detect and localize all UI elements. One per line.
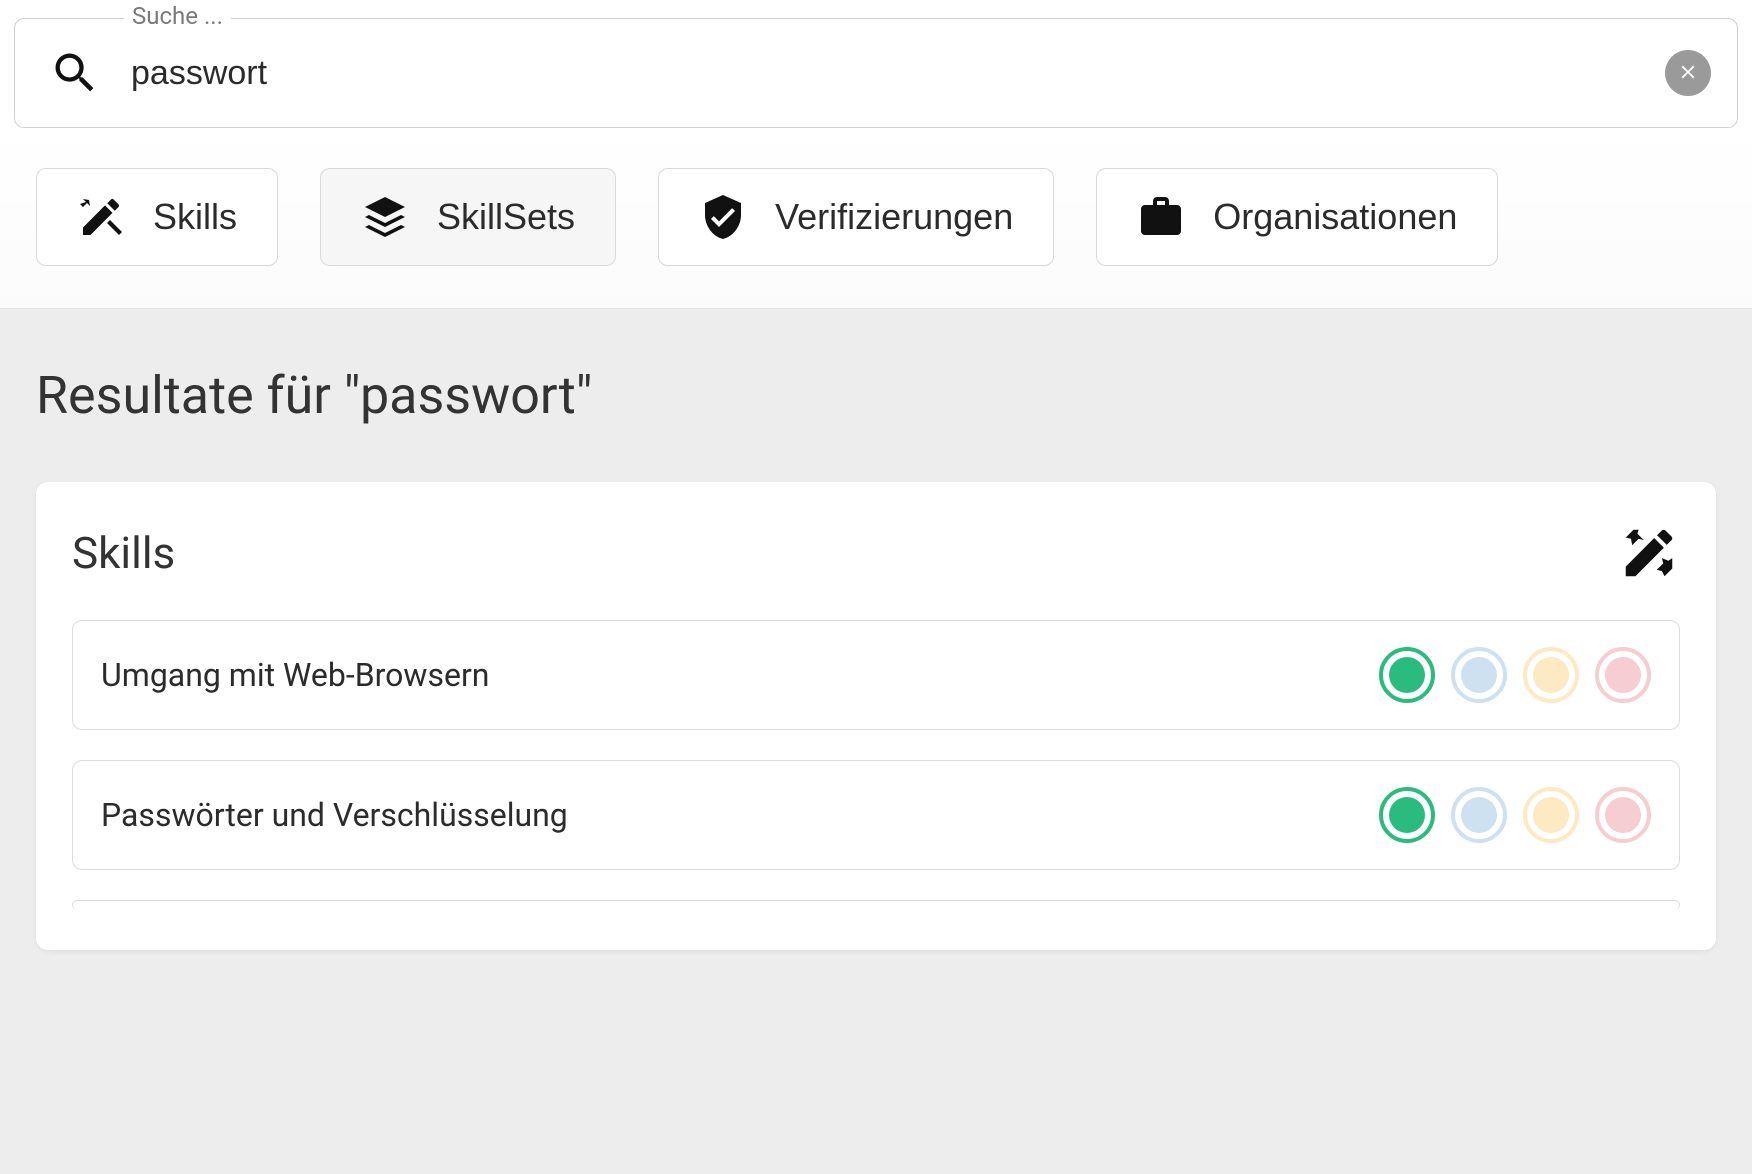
- results-heading: Resultate für "passwort": [36, 365, 1716, 426]
- tab-label: Verifizierungen: [775, 196, 1013, 238]
- search-icon: [49, 47, 101, 99]
- level-dot-green[interactable]: [1379, 647, 1435, 703]
- level-dot-yellow[interactable]: [1523, 787, 1579, 843]
- search-box: [14, 18, 1738, 128]
- tab-label: SkillSets: [437, 196, 575, 238]
- skills-card: Skills Umgang mit Web-Browsern Passwörte…: [36, 482, 1716, 950]
- card-header: Skills: [72, 522, 1680, 584]
- close-icon: [1677, 61, 1699, 86]
- skill-row[interactable]: Passwörter und Verschlüsselung: [72, 760, 1680, 870]
- skill-name: Passwörter und Verschlüsselung: [101, 796, 568, 834]
- search-container: Suche ...: [14, 18, 1738, 128]
- level-dot-blue[interactable]: [1451, 647, 1507, 703]
- tabs-row: Skills SkillSets Verifizierungen Organis…: [0, 128, 1752, 309]
- level-dot-blue[interactable]: [1451, 787, 1507, 843]
- search-legend: Suche ...: [124, 2, 231, 30]
- level-indicators: [1379, 787, 1651, 843]
- level-dot-yellow[interactable]: [1523, 647, 1579, 703]
- level-indicators: [1379, 647, 1651, 703]
- skill-row[interactable]: Umgang mit Web-Browsern: [72, 620, 1680, 730]
- search-input[interactable]: [131, 54, 1635, 93]
- briefcase-icon: [1137, 193, 1185, 241]
- tab-label: Skills: [153, 196, 237, 238]
- card-title: Skills: [72, 527, 175, 579]
- level-dot-green[interactable]: [1379, 787, 1435, 843]
- skill-name: Umgang mit Web-Browsern: [101, 656, 489, 694]
- clear-search-button[interactable]: [1665, 50, 1711, 96]
- layers-icon: [361, 193, 409, 241]
- tools-icon: [1618, 522, 1680, 584]
- tab-label: Organisationen: [1213, 196, 1457, 238]
- level-dot-red[interactable]: [1595, 647, 1651, 703]
- tab-skillsets[interactable]: SkillSets: [320, 168, 616, 266]
- tab-verifications[interactable]: Verifizierungen: [658, 168, 1054, 266]
- skill-row-partial[interactable]: [72, 900, 1680, 910]
- shield-check-icon: [699, 193, 747, 241]
- results-area: Resultate für "passwort" Skills Umgang m…: [0, 309, 1752, 1174]
- tab-skills[interactable]: Skills: [36, 168, 278, 266]
- level-dot-red[interactable]: [1595, 787, 1651, 843]
- tools-icon: [77, 193, 125, 241]
- tab-organisations[interactable]: Organisationen: [1096, 168, 1498, 266]
